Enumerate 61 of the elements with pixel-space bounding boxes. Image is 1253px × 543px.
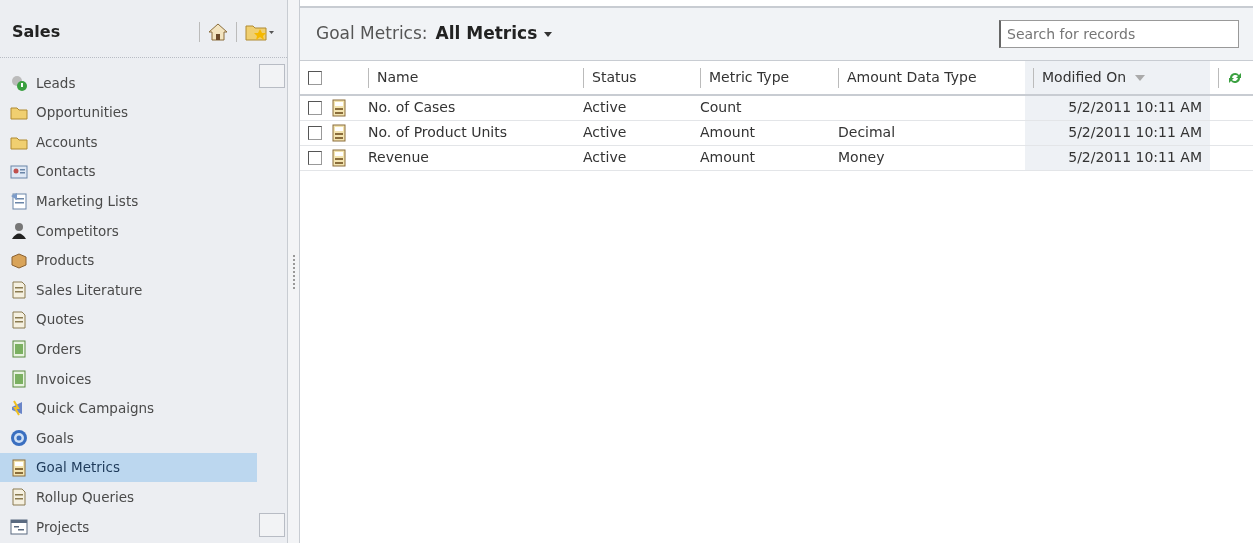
sidebar-item[interactable]: Accounts [0,127,257,157]
table-cell: Amount [700,124,755,140]
column-header[interactable]: Status [592,67,637,88]
list-icon [10,192,28,211]
row-checkbox[interactable] [308,101,322,116]
caret-icon [543,30,554,38]
splitter-grip[interactable] [292,254,295,289]
table-cell: 5/2/2011 10:11 AM [1068,99,1202,116]
sidebar-item[interactable]: Rollup Queries [0,482,257,512]
sidebar-item[interactable]: Goals [0,423,257,453]
sidebar-item[interactable]: Leads [0,68,257,98]
column-header[interactable]: Amount Data Type [847,67,977,88]
target-icon [10,428,28,447]
sidebar-item[interactable]: Sales Literature [0,275,257,305]
table-cell: Active [583,149,627,165]
sidebar-item[interactable]: Competitors [0,215,257,246]
sidebar-item[interactable]: Marketing Lists [0,186,257,216]
table-cell: Decimal [838,124,896,140]
table-cell: 5/2/2011 10:11 AM [1068,124,1202,140]
metric-icon [10,458,28,477]
person-icon [10,221,28,240]
table-cell: Active [583,99,627,116]
sidebar-item[interactable]: Quick Campaigns [0,393,257,424]
table-cell: Count [700,99,742,116]
select-all-checkbox[interactable] [308,71,322,85]
metric-icon [330,149,348,167]
table-cell: 5/2/2011 10:11 AM [1068,149,1202,165]
leads-icon [10,73,28,92]
column-header[interactable]: Metric Type [709,67,790,88]
sidebar-item[interactable]: Projects [0,511,257,542]
table-cell: No. of Cases [368,99,456,116]
table-cell: Amount [700,149,755,165]
search-field[interactable]: Search for records [999,20,1239,48]
table-cell: No. of Product Units [368,124,508,140]
window-icon [10,517,28,536]
document-icon [10,310,28,329]
view-entity-label: Goal Metrics: [316,22,428,46]
sheet-icon [10,369,28,388]
table-cell: Money [838,149,885,165]
metric-icon [330,124,348,142]
home-icon[interactable] [208,21,228,42]
sheet-icon [10,340,28,359]
metric-icon [330,99,348,118]
view-selector[interactable]: All Metrics [435,21,554,47]
table-cell: Active [583,124,627,140]
table-cell: Revenue [368,149,429,165]
sidebar-item[interactable]: Invoices [0,363,257,394]
sidebar-title: Sales [12,20,62,43]
document-icon [10,488,28,507]
row-checkbox[interactable] [308,126,322,140]
row-checkbox[interactable] [308,151,322,165]
sidebar-item[interactable]: Quotes [0,304,257,335]
sidebar-item[interactable]: Products [0,245,257,276]
column-header[interactable]: Name [377,67,419,88]
sidebar-item[interactable]: Contacts [0,156,257,187]
contact-card-icon [10,162,28,181]
sidebar-item[interactable]: Orders [0,334,257,364]
sidebar-item[interactable]: Goal Metrics [0,452,257,483]
box-icon [10,251,28,270]
document-icon [10,280,28,299]
sidebar-item[interactable]: Opportunities [0,97,257,128]
